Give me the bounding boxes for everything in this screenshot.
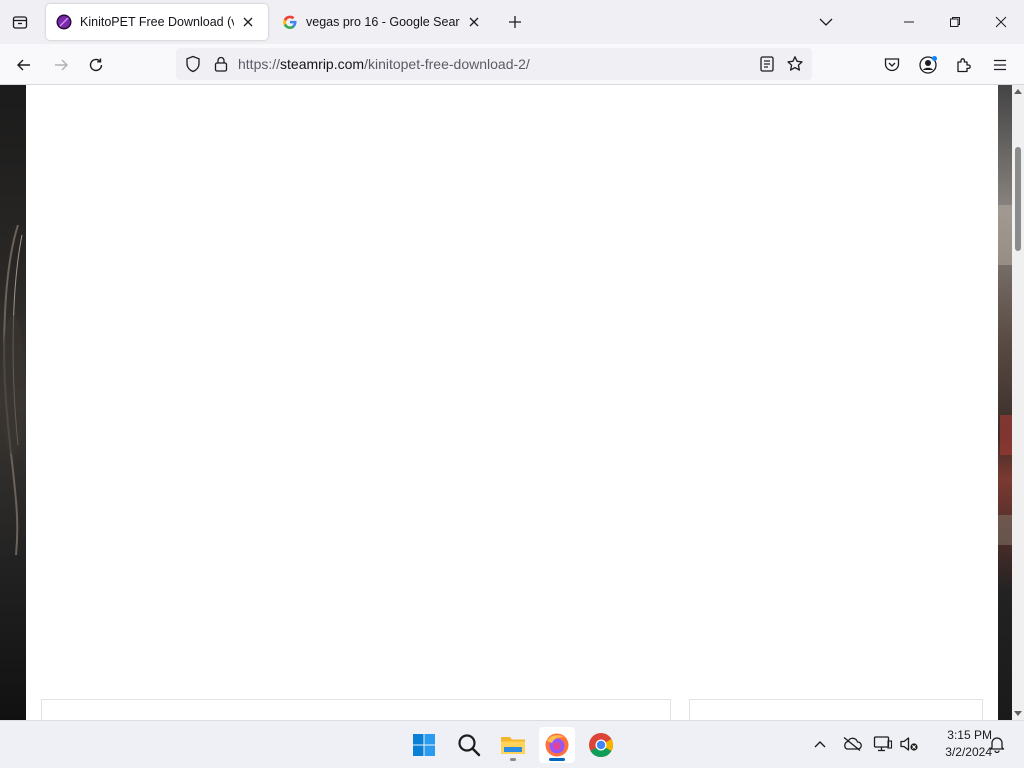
scroll-down-button[interactable] [1012, 708, 1024, 720]
url-text[interactable]: https://steamrip.com/kinitopet-free-down… [238, 56, 530, 72]
list-all-tabs-button[interactable] [814, 10, 838, 34]
sidebar-card [689, 699, 983, 720]
restore-icon [950, 17, 960, 27]
background-artwork-right [998, 85, 1012, 720]
active-app-indicator [549, 758, 565, 761]
reader-view-icon[interactable] [758, 55, 776, 73]
hamburger-menu-icon [994, 59, 1006, 71]
arrow-left-icon [17, 59, 30, 71]
background-artwork-left [0, 85, 26, 720]
minimize-icon [904, 21, 914, 23]
network-tray-button[interactable] [872, 733, 894, 755]
page-content-panel [26, 85, 998, 720]
pocket-button[interactable] [877, 50, 907, 80]
google-g-icon [283, 15, 297, 29]
onedrive-tray-button[interactable] [841, 733, 863, 755]
tab-close-button[interactable] [464, 12, 484, 32]
kinito-favicon-icon [56, 14, 72, 30]
url-scheme: https:// [238, 56, 281, 72]
onedrive-offline-icon [843, 736, 862, 752]
reload-icon [89, 58, 103, 72]
tab-title: KinitoPET Free Download (v1.1. [80, 15, 234, 29]
file-explorer-icon [501, 737, 525, 754]
url-host: steamrip.com [280, 56, 365, 72]
bookmark-star-icon[interactable] [786, 55, 804, 73]
close-icon [469, 17, 479, 27]
navigation-toolbar: https://steamrip.com/kinitopet-free-down… [0, 44, 1024, 85]
url-bar[interactable]: https://steamrip.com/kinitopet-free-down… [176, 48, 812, 80]
url-path: /kinitopet-free-download-2/ [364, 56, 530, 72]
scrollbar-thumb[interactable] [1015, 147, 1021, 251]
firefox-view-icon [12, 16, 28, 29]
pocket-icon [884, 58, 900, 72]
forward-button[interactable] [46, 50, 76, 80]
display-network-icon [873, 736, 893, 752]
notification-center-button[interactable] [986, 733, 1008, 755]
chevron-up-icon [814, 741, 826, 748]
tab-close-button[interactable] [238, 12, 258, 32]
start-button[interactable] [406, 727, 442, 763]
plus-icon [509, 16, 521, 28]
show-hidden-icons-button[interactable] [809, 733, 831, 755]
arrow-right-icon [55, 59, 68, 71]
firefox-icon [545, 733, 569, 757]
volume-tray-button[interactable] [898, 733, 920, 755]
clock-time: 3:15 PM [947, 728, 992, 742]
restore-button[interactable] [932, 0, 978, 44]
page-viewport[interactable] [0, 85, 1024, 720]
puzzle-piece-icon [957, 58, 971, 73]
close-icon [243, 17, 253, 27]
taskbar-firefox[interactable] [539, 727, 575, 763]
tab-kinitopet[interactable]: KinitoPET Free Download (v1.1. [46, 4, 268, 40]
new-tab-button[interactable] [503, 10, 527, 34]
account-icon [919, 56, 937, 74]
app-menu-button[interactable] [985, 50, 1015, 80]
account-button[interactable] [913, 50, 943, 80]
tab-strip: KinitoPET Free Download (v1.1. vegas pro… [0, 0, 1024, 44]
taskbar-chrome[interactable] [583, 727, 619, 763]
triangle-up-icon [1014, 89, 1022, 94]
scroll-up-button[interactable] [1012, 85, 1024, 97]
firefox-view-button[interactable] [8, 10, 32, 34]
tab-google-search[interactable]: vegas pro 16 - Google Search [272, 4, 494, 40]
reload-button[interactable] [81, 50, 111, 80]
background-artwork-figure [1, 224, 25, 556]
search-icon [458, 734, 481, 757]
windows-start-icon [413, 734, 435, 756]
tab-title: vegas pro 16 - Google Search [306, 15, 460, 29]
speaker-muted-icon [900, 737, 918, 751]
back-button[interactable] [9, 50, 39, 80]
chrome-icon [589, 733, 614, 758]
running-indicator [510, 758, 516, 761]
notification-bell-icon [989, 737, 1005, 753]
lock-icon[interactable] [212, 55, 230, 73]
system-clock[interactable]: 3:15 PM 3/2/2024 [922, 727, 992, 761]
taskbar-file-explorer[interactable] [495, 727, 531, 763]
close-window-button[interactable] [978, 0, 1024, 44]
main-content-card [41, 699, 671, 720]
extensions-button[interactable] [949, 50, 979, 80]
chevron-down-icon [819, 18, 833, 26]
close-icon [995, 16, 1007, 28]
taskbar-search-button[interactable] [451, 727, 487, 763]
tracking-protection-shield-icon[interactable] [184, 55, 202, 73]
clock-date: 3/2/2024 [945, 745, 992, 759]
taskbar: 3:15 PM 3/2/2024 [0, 720, 1024, 768]
triangle-down-icon [1014, 711, 1022, 716]
minimize-button[interactable] [886, 0, 932, 44]
background-artwork-figure [998, 205, 1012, 545]
